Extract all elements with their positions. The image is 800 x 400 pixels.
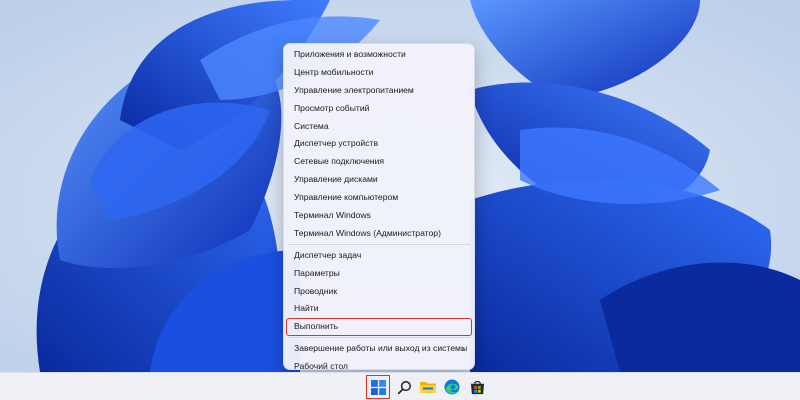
menu-item-power-options[interactable]: Управление электропитанием [286,82,472,100]
menu-item-task-manager[interactable]: Диспетчер задач [286,247,472,265]
file-explorer-icon [420,382,436,393]
menu-item-computer-management[interactable]: Управление компьютером [286,189,472,207]
menu-item-desktop[interactable]: Рабочий стол [286,358,472,372]
menu-item-search[interactable]: Найти [286,300,472,318]
edge-icon [444,379,460,395]
menu-item-system[interactable]: Система [286,118,472,136]
chevron-right-icon: › [462,343,465,354]
file-explorer-button[interactable] [418,377,438,397]
menu-item-device-manager[interactable]: Диспетчер устройств [286,135,472,153]
menu-item-network-connections[interactable]: Сетевые подключения [286,153,472,171]
store-icon [470,380,484,394]
windows-start-icon [370,379,386,395]
menu-item-windows-terminal-admin[interactable]: Терминал Windows (Администратор) [286,225,472,243]
menu-item-file-explorer[interactable]: Проводник [286,283,472,301]
menu-separator [288,243,470,245]
taskbar [0,372,800,400]
menu-item-settings[interactable]: Параметры [286,265,472,283]
search-button[interactable] [394,377,414,397]
menu-item-shutdown-signout[interactable]: Завершение работы или выход из системы › [286,340,472,358]
winx-context-menu: Приложения и возможности Центр мобильнос… [283,43,475,372]
menu-item-run[interactable]: Выполнить [286,318,472,337]
store-button[interactable] [467,377,487,397]
menu-item-mobility-center[interactable]: Центр мобильности [286,64,472,82]
menu-separator [288,337,470,339]
edge-button[interactable] [442,377,462,397]
menu-item-disk-management[interactable]: Управление дисками [286,171,472,189]
menu-item-apps[interactable]: Приложения и возможности [286,46,472,64]
menu-item-label: Завершение работы или выход из системы [294,343,468,354]
desktop: Приложения и возможности Центр мобильнос… [0,0,800,372]
menu-item-windows-terminal[interactable]: Терминал Windows [286,207,472,225]
search-icon [397,380,411,394]
menu-item-event-viewer[interactable]: Просмотр событий [286,100,472,118]
start-button[interactable] [366,375,390,399]
